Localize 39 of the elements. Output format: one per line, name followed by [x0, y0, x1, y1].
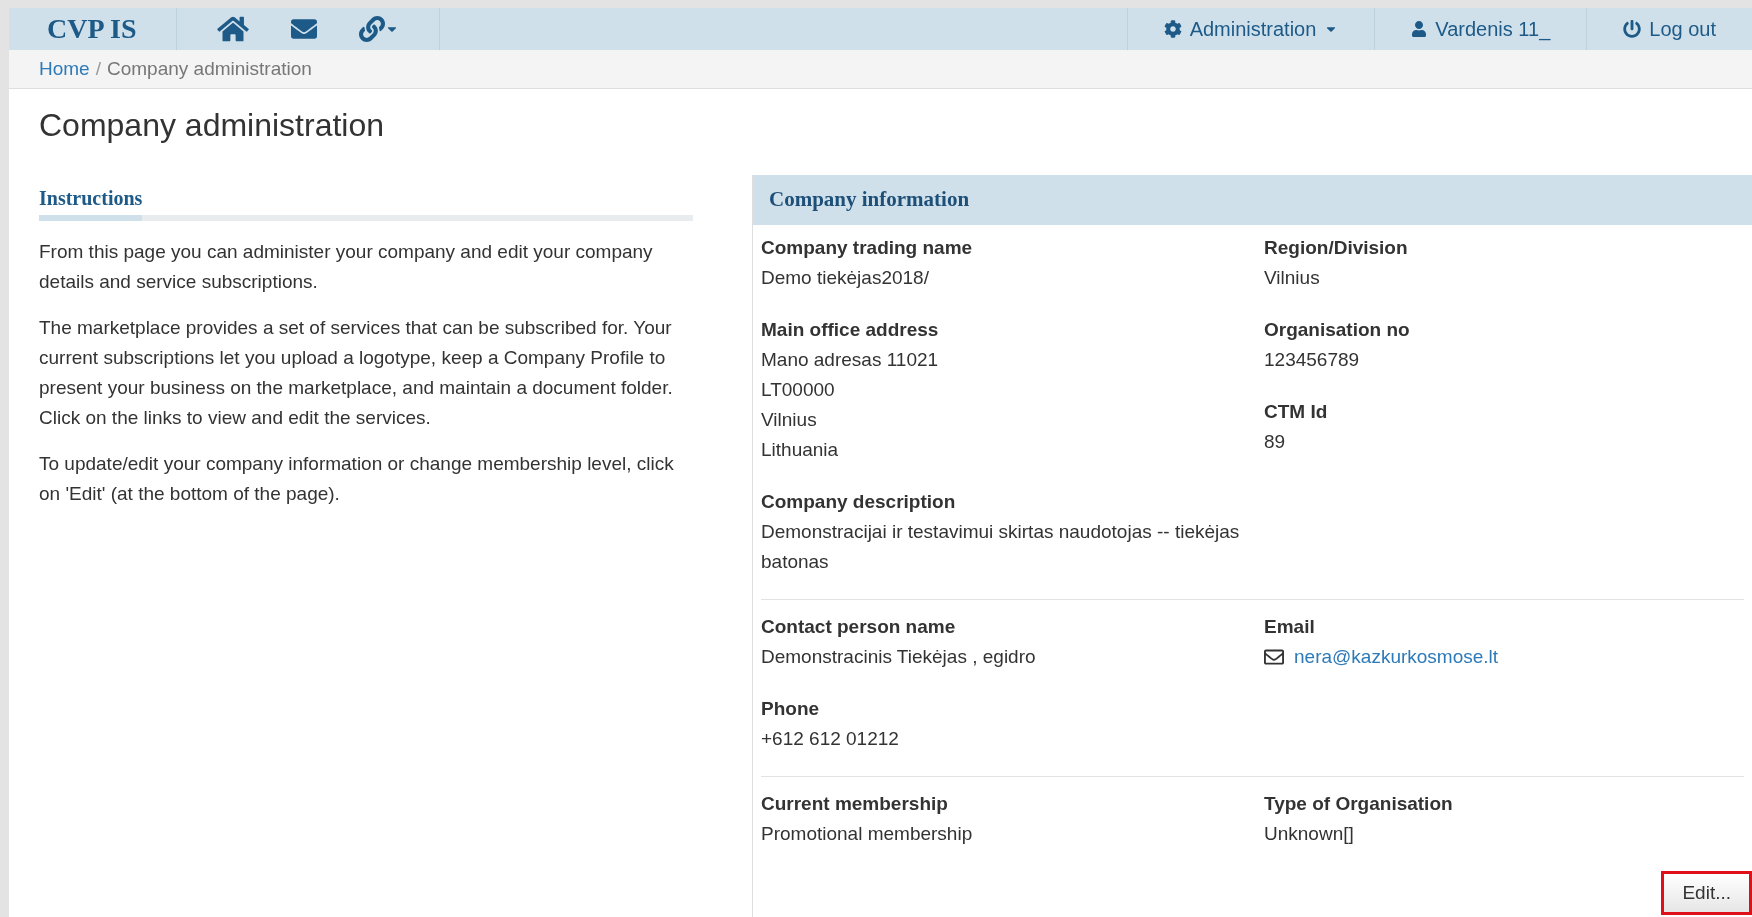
edit-button[interactable]: Edit...	[1661, 871, 1752, 915]
page-title: Company administration	[39, 106, 386, 145]
field-value: Vilnius	[1264, 266, 1321, 290]
field-label: Phone	[761, 697, 821, 721]
email-link[interactable]: nera@kazkurkosmose.lt	[1294, 642, 1499, 672]
field-value: Unknown[]	[1264, 822, 1355, 846]
field-label: Region/Division	[1264, 236, 1409, 260]
breadcrumb-link[interactable]: Home	[39, 54, 90, 84]
field-label: Company description	[761, 490, 957, 514]
power-icon	[1623, 20, 1642, 38]
field-label: Email	[1264, 615, 1316, 639]
field-value: Vilnius	[761, 408, 818, 432]
field-label: Current membership	[761, 792, 949, 816]
field-label: Organisation no	[1264, 318, 1411, 342]
field-value: Demonstracinis Tiekėjas , egidro	[761, 645, 1037, 669]
user-icon	[1411, 21, 1428, 37]
panel-header: Company information	[753, 175, 1752, 225]
field-value: Demo tiekėjas2018/	[761, 266, 930, 290]
field-value: +612 612 01212	[761, 727, 900, 751]
instructions-paragraph: From this page you can administer your company and edit your company details and service subscriptions.	[39, 240, 654, 294]
instructions-paragraph: The marketplace provides a set of services that can be subscribed for. Your current subscriptions let you upload a logotype, keep a Company Profile to present your business on the marketplace, and maintain a document folder. Click on the links to view and edit the services.	[39, 316, 674, 430]
field-label: Type of Organisation	[1264, 792, 1454, 816]
instructions-paragraph: To update/edit your company information or change membership level, click on 'Edit' (at the bottom of the page).	[39, 452, 675, 506]
field-value: Promotional membership	[761, 822, 974, 846]
field-value: 123456789	[1264, 348, 1361, 372]
field-value: LT00000	[761, 378, 836, 402]
field-value: Mano adresas 11021	[761, 348, 940, 372]
home-icon[interactable]	[217, 15, 250, 43]
field-value: 89	[1264, 430, 1287, 454]
field-label: Company trading name	[761, 236, 974, 260]
field-label: CTM Id	[1264, 400, 1329, 424]
field-value: Demonstracijai ir testavimui skirtas naudotojas -- tiekėjas batonas	[761, 520, 1241, 574]
field-label: Main office address	[761, 318, 940, 342]
gear-icon	[1163, 20, 1182, 38]
envelope-icon	[1264, 647, 1284, 667]
field-value: Lithuania	[761, 438, 840, 462]
breadcrumb-current: Company administration	[106, 56, 312, 81]
field-label: Contact person name	[761, 615, 957, 639]
breadcrumb-separator: /	[94, 56, 102, 81]
